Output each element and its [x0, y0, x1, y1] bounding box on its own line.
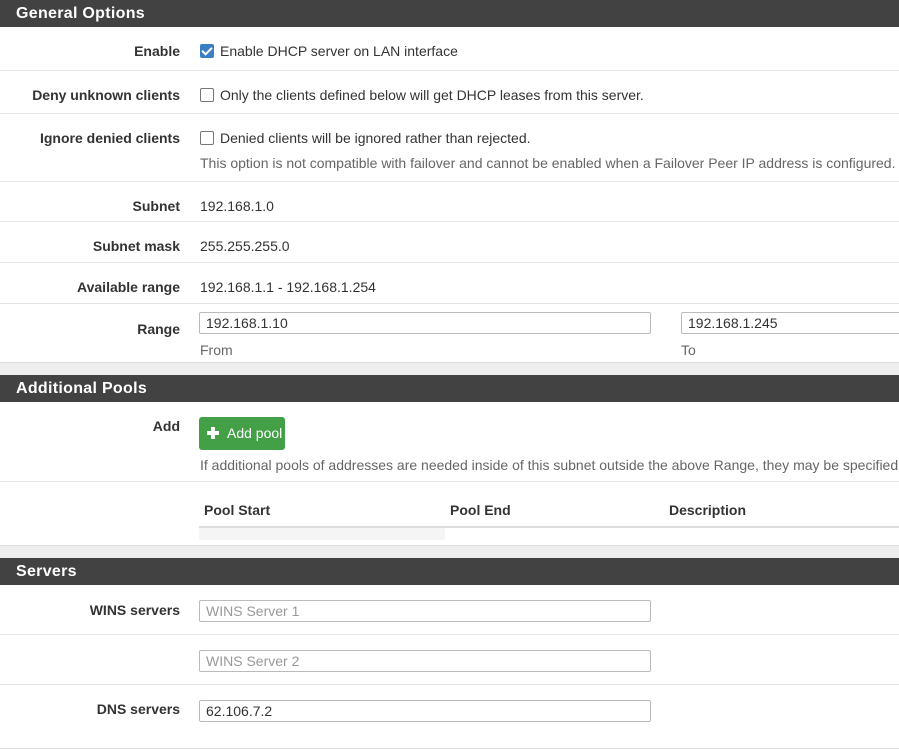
ignore-denied-help: This option is not compatible with failo…	[200, 155, 896, 171]
checkbox-label: Enable DHCP server on LAN interface	[220, 43, 458, 59]
range-to-label: To	[681, 342, 696, 358]
field-label: Enable	[134, 43, 180, 59]
dns-server-1-input[interactable]: 62.106.7.2	[199, 700, 651, 722]
available-range-value: 192.168.1.1 - 192.168.1.254	[200, 279, 376, 295]
deny-unknown-row: Deny unknown clients Only the clients de…	[0, 71, 899, 114]
add-pool-button-label: Add pool	[227, 425, 283, 441]
wins-server-1-input[interactable]: WINS Server 1	[199, 600, 651, 622]
field-label: Deny unknown clients	[32, 87, 180, 103]
field-label: WINS servers	[89, 602, 180, 618]
enable-field: Enable DHCP server on LAN interface	[200, 43, 458, 59]
panel-heading: General Options	[0, 0, 899, 27]
field-label: DNS servers	[96, 701, 180, 717]
servers-panel: Servers WINS servers WINS Server 1 WINS …	[0, 558, 899, 749]
empty-table-row	[199, 528, 445, 540]
dns-server-1-row: DNS servers 62.106.7.2	[0, 685, 899, 745]
wins-server-1-row: WINS servers WINS Server 1	[0, 585, 899, 635]
range-row: Range 192.168.1.10 From 192.168.1.245 To	[0, 304, 899, 364]
panel-heading: Additional Pools	[0, 375, 899, 402]
field-label: Available range	[77, 279, 180, 295]
enable-checkbox[interactable]	[200, 44, 214, 59]
pools-table: Pool Start Pool End Description	[0, 482, 899, 545]
range-from-label: From	[200, 342, 233, 358]
add-pool-button[interactable]: Add pool	[199, 417, 285, 450]
plus-icon	[207, 427, 219, 440]
range-from-input[interactable]: 192.168.1.10	[199, 312, 651, 334]
column-header-pool-start: Pool Start	[204, 502, 271, 518]
field-label: Subnet	[132, 198, 180, 214]
subnet-row: Subnet 192.168.1.0	[0, 182, 899, 222]
subnet-mask-row: Subnet mask 255.255.255.0	[0, 222, 899, 263]
deny-unknown-checkbox[interactable]	[200, 88, 214, 103]
available-range-row: Available range 192.168.1.1 - 192.168.1.…	[0, 263, 899, 304]
subnet-value: 192.168.1.0	[200, 198, 274, 214]
field-label: Range	[137, 321, 180, 337]
panel-heading: Servers	[0, 558, 899, 585]
ignore-denied-field: Denied clients will be ignored rather th…	[200, 130, 531, 146]
add-pool-row: Add Add pool If additional pools of addr…	[0, 402, 899, 482]
wins-server-2-input[interactable]: WINS Server 2	[199, 650, 651, 672]
ignore-denied-checkbox[interactable]	[200, 131, 214, 146]
range-to-input[interactable]: 192.168.1.245	[681, 312, 899, 334]
field-label: Ignore denied clients	[39, 130, 180, 146]
wins-server-2-row: WINS Server 2	[0, 635, 899, 685]
checkbox-label: Denied clients will be ignored rather th…	[220, 130, 531, 146]
add-pool-help: If additional pools of addresses are nee…	[200, 457, 899, 473]
additional-pools-panel: Additional Pools Add Add pool If additio…	[0, 375, 899, 546]
subnet-mask-value: 255.255.255.0	[200, 238, 290, 254]
ignore-denied-row: Ignore denied clients Denied clients wil…	[0, 114, 899, 182]
field-label: Add	[152, 418, 180, 434]
deny-unknown-field: Only the clients defined below will get …	[200, 87, 644, 103]
column-header-description: Description	[669, 502, 747, 518]
checkbox-label: Only the clients defined below will get …	[220, 87, 644, 103]
general-options-panel: General Options Enable Enable DHCP serve…	[0, 0, 899, 363]
column-header-pool-end: Pool End	[450, 502, 511, 518]
field-label: Subnet mask	[92, 238, 180, 254]
enable-row: Enable Enable DHCP server on LAN interfa…	[0, 27, 899, 71]
